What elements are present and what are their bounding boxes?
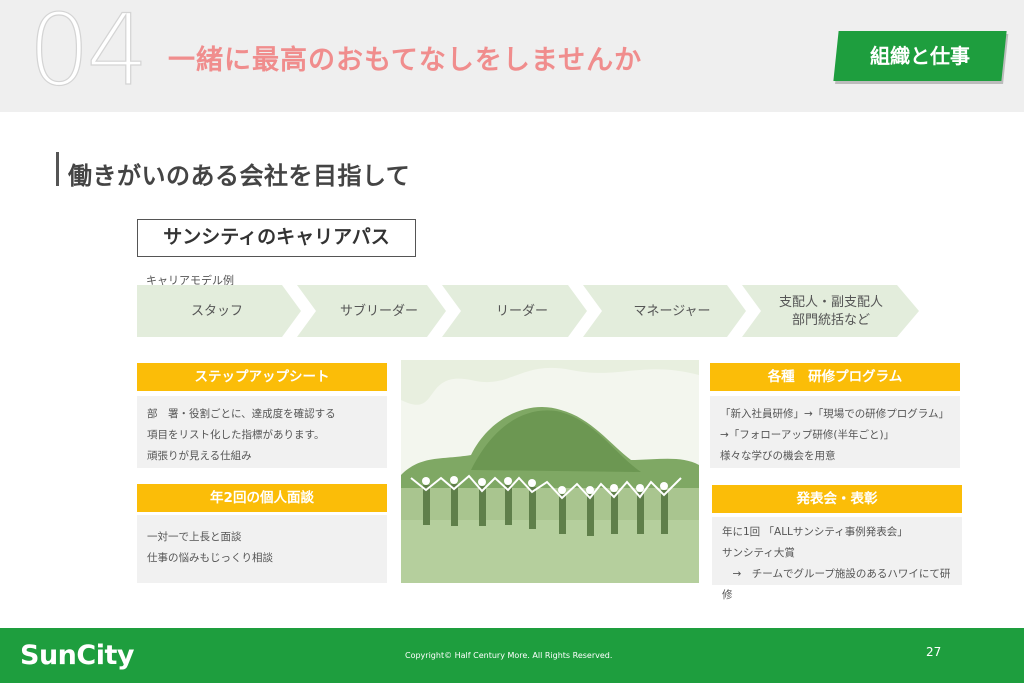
stepup-sheet-body: 部 署・役割ごとに、達成度を確認する 項目をリスト化した指標があります。 頑張り… <box>137 396 387 468</box>
card-line: 部 署・役割ごとに、達成度を確認する <box>147 408 336 420</box>
training-program-body: 「新入社員研修」→「現場での研修プログラム」 →「フォローアップ研修(半年ごと)… <box>710 396 960 468</box>
presentation-award-body: 年に1回 「ALLサンシティ事例発表会」 サンシティ大賞 → チームでグループ施… <box>712 517 962 601</box>
page-heading: 働きがいのある会社を目指して <box>68 162 411 190</box>
heading-accent-bar <box>56 152 59 186</box>
card-line: 様々な学びの機会を用意 <box>720 450 836 462</box>
section-number: 04 <box>27 0 149 108</box>
career-step-general-manager: 支配人・副支配人 部門統括など <box>778 295 883 328</box>
interview-heading: 年2回の個人面談 <box>137 484 387 512</box>
card-line: 仕事の悩みもじっくり相談 <box>147 552 273 564</box>
interview-body: 一対一で上長と面談 仕事の悩みもじっくり相談 <box>137 515 387 583</box>
stepup-sheet-heading: ステップアップシート <box>137 363 387 391</box>
card-line: 年に1回 「ALLサンシティ事例発表会」 <box>722 526 908 538</box>
career-step-staff: スタッフ <box>190 304 243 319</box>
card-line: 項目をリスト化した指標があります。 <box>147 429 325 441</box>
card-line: 頑張りが見える仕組み <box>147 450 252 462</box>
group-photo-image <box>401 360 699 583</box>
card-line: →「フォローアップ研修(半年ごと)」 <box>720 429 895 441</box>
card-line: → チームでグループ施設のあるハワイにて研修 <box>722 568 951 601</box>
section-badge: 組織と仕事 <box>870 44 970 68</box>
copyright-text: Copyright© Half Century More. All Rights… <box>405 651 613 660</box>
career-path-title: サンシティのキャリアパス <box>137 219 416 257</box>
career-step-manager: マネージャー <box>633 304 711 319</box>
suncity-logo: SunCity <box>20 640 134 671</box>
presentation-award-heading: 発表会・表彰 <box>712 485 962 513</box>
career-step-subleader: サブリーダー <box>339 304 418 319</box>
page-number: 27 <box>926 645 942 659</box>
card-line: 「新入社員研修」→「現場での研修プログラム」 <box>720 408 949 420</box>
training-program-heading: 各種 研修プログラム <box>710 363 960 391</box>
card-line: サンシティ大賞 <box>722 547 795 559</box>
card-line: 一対一で上長と面談 <box>147 531 242 543</box>
header-title: 一緒に最高のおもてなしをしませんか <box>168 45 643 76</box>
career-step-leader: リーダー <box>495 304 548 319</box>
